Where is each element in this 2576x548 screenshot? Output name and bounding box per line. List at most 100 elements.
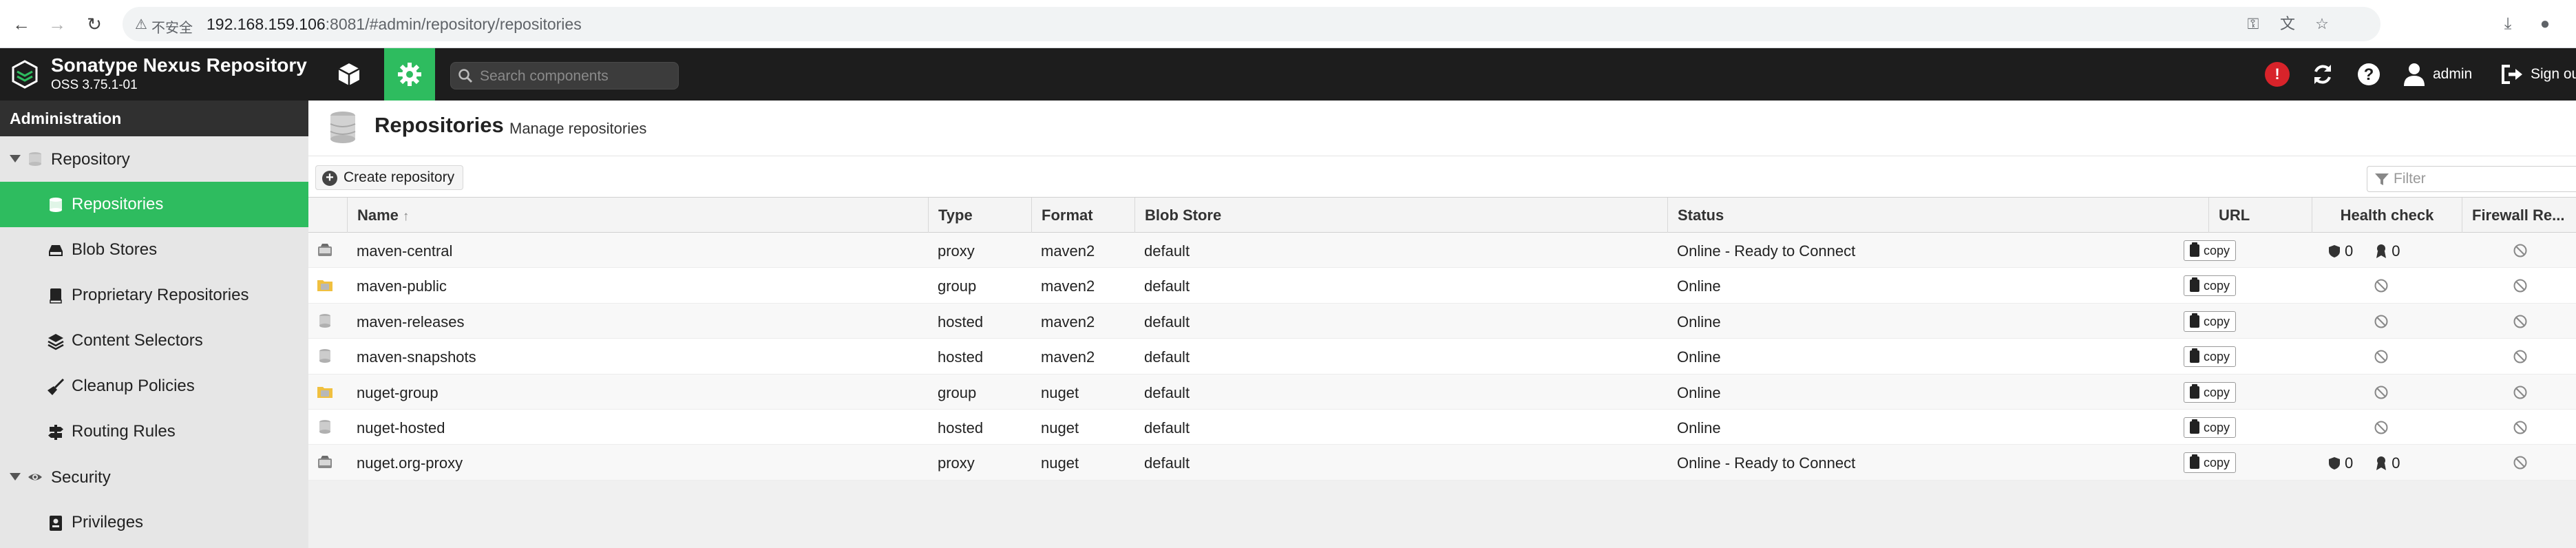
table-row[interactable]: maven-releases hosted maven2 default Online c… [308, 303, 2576, 339]
clipboard-icon [2190, 313, 2199, 328]
search-input[interactable] [480, 67, 673, 85]
sidebar-item-content-selectors[interactable]: Content Selectors [0, 318, 308, 363]
url-text[interactable]: 192.168.159.106:8081/#admin/repository/r… [207, 15, 582, 34]
repo-type: group [938, 277, 977, 295]
sidebar-group-security[interactable]: Security [0, 454, 308, 500]
not-available-icon [2374, 315, 2388, 328]
health-security-count: 0 [2345, 454, 2354, 472]
insecure-label[interactable]: 不安全 [151, 17, 193, 36]
search-icon [458, 69, 473, 83]
help-button[interactable]: ? [2357, 59, 2380, 89]
repo-name: maven-snapshots [357, 348, 476, 366]
not-available-icon [2374, 421, 2388, 434]
table-row[interactable]: maven-central proxy maven2 default Online - … [308, 233, 2576, 268]
signpost-icon [48, 425, 63, 440]
repo-status: Online [1677, 313, 1721, 330]
reload-icon[interactable]: ↻ [83, 12, 106, 36]
filter-input[interactable] [2394, 171, 2566, 187]
shield-icon [2329, 457, 2340, 470]
database-icon [50, 198, 62, 212]
repo-name: maven-public [357, 277, 447, 295]
plus-circle-icon: + [322, 171, 337, 186]
sidebar-item-label: Repositories [72, 195, 164, 213]
admin-mode-button[interactable] [384, 48, 435, 101]
column-header-url[interactable]: URL [2208, 198, 2312, 233]
sidebar-item-routing-rules[interactable]: Routing Rules [0, 409, 308, 454]
health-security-count: 0 [2345, 242, 2354, 260]
warning-icon: ⚠ [135, 17, 147, 32]
copy-url-button[interactable]: copy [2184, 275, 2237, 297]
column-header-type[interactable]: Type [928, 198, 1031, 233]
column-header-format[interactable]: Format [1031, 198, 1134, 233]
create-repository-button[interactable]: + Create repository [315, 165, 464, 190]
sidebar-group-label: Security [51, 468, 111, 487]
repo-status: Online [1677, 348, 1721, 366]
profile-icon[interactable]: ● [2533, 12, 2557, 36]
filter-field[interactable] [2367, 166, 2576, 192]
user-menu-button[interactable]: admin [2403, 59, 2472, 89]
expand-triangle-icon[interactable] [10, 473, 21, 481]
repo-format: maven2 [1041, 348, 1095, 366]
table-row[interactable]: nuget.org-proxy proxy nuget default Online -… [308, 445, 2576, 481]
not-available-icon [2513, 315, 2527, 328]
repo-type: hosted [938, 348, 984, 366]
password-key-icon[interactable]: ⚿ [2243, 14, 2263, 34]
sign-out-button[interactable]: Sign ou [2500, 59, 2576, 89]
table-row[interactable]: maven-public group maven2 default Online copy [308, 268, 2576, 304]
table-row[interactable]: nuget-hosted hosted nuget default Online copy [308, 409, 2576, 445]
health-check-values[interactable]: 00 [2328, 242, 2400, 260]
copy-label: copy [2204, 420, 2230, 434]
copy-url-button[interactable]: copy [2184, 417, 2237, 438]
download-icon[interactable]: ⤓ [2496, 12, 2520, 36]
system-alert-button[interactable]: ! [2265, 59, 2290, 89]
table-row[interactable]: nuget-group group nuget default Online copy [308, 374, 2576, 410]
repo-type: proxy [938, 242, 975, 260]
expand-triangle-icon[interactable] [10, 155, 21, 162]
sidebar-item-privileges[interactable]: Privileges [0, 500, 308, 545]
sidebar-item-label: Proprietary Repositories [72, 286, 249, 304]
copy-url-button[interactable]: copy [2184, 381, 2237, 403]
column-header-blob-store[interactable]: Blob Store [1134, 198, 1667, 233]
column-header-name[interactable]: Name ↑ [347, 198, 928, 233]
address-bar[interactable]: ⚠ 不安全 192.168.159.106:8081/#admin/reposi… [123, 7, 2380, 41]
column-header-firewall[interactable]: Firewall Re... [2462, 198, 2576, 233]
hosted-repository-icon [319, 313, 330, 328]
brand-name: Sonatype Nexus Repository [51, 54, 307, 76]
copy-url-button[interactable]: copy [2184, 240, 2237, 261]
repo-blob-store: default [1144, 454, 1190, 472]
browse-mode-button[interactable] [324, 48, 374, 101]
repo-blob-store: default [1144, 313, 1190, 330]
bookmark-star-icon[interactable]: ☆ [2312, 14, 2332, 34]
refresh-icon [2314, 65, 2331, 84]
sidebar-item-label: Content Selectors [72, 331, 203, 350]
back-arrow-icon[interactable]: ← [10, 12, 33, 36]
sign-out-label: Sign ou [2531, 66, 2576, 82]
health-check-values[interactable]: 00 [2328, 454, 2400, 472]
forward-arrow-icon[interactable]: → [45, 12, 69, 36]
copy-url-button[interactable]: copy [2184, 310, 2237, 332]
sidebar-item-blob-stores[interactable]: Blob Stores [0, 227, 308, 273]
refresh-button[interactable] [2310, 59, 2335, 89]
sidebar-item-proprietary-repositories[interactable]: Proprietary Repositories [0, 273, 308, 318]
sidebar-item-repositories[interactable]: Repositories [0, 182, 308, 227]
not-available-icon [2374, 279, 2388, 293]
book-icon [50, 288, 62, 304]
translate-icon[interactable]: 文 [2277, 14, 2298, 34]
help-icon: ? [2358, 63, 2380, 85]
column-header-status[interactable]: Status [1667, 198, 2208, 233]
repo-format: maven2 [1041, 277, 1095, 295]
column-header-health-check[interactable]: Health check [2312, 198, 2462, 233]
copy-url-button[interactable]: copy [2184, 452, 2237, 474]
sort-ascending-icon: ↑ [402, 209, 410, 224]
repo-type: group [938, 383, 977, 401]
app-header: Sonatype Nexus Repository OSS 3.75.1-01 [0, 48, 2576, 101]
layers-icon [47, 334, 64, 350]
table-row[interactable]: maven-snapshots hosted maven2 default Online… [308, 339, 2576, 375]
sidebar-group-repository[interactable]: Repository [0, 136, 308, 182]
group-repository-icon [317, 280, 332, 292]
component-search[interactable] [450, 62, 679, 89]
sidebar-item-cleanup-policies[interactable]: Cleanup Policies [0, 363, 308, 409]
shield-icon [2329, 245, 2340, 257]
copy-url-button[interactable]: copy [2184, 346, 2237, 368]
clipboard-icon [2190, 277, 2199, 293]
